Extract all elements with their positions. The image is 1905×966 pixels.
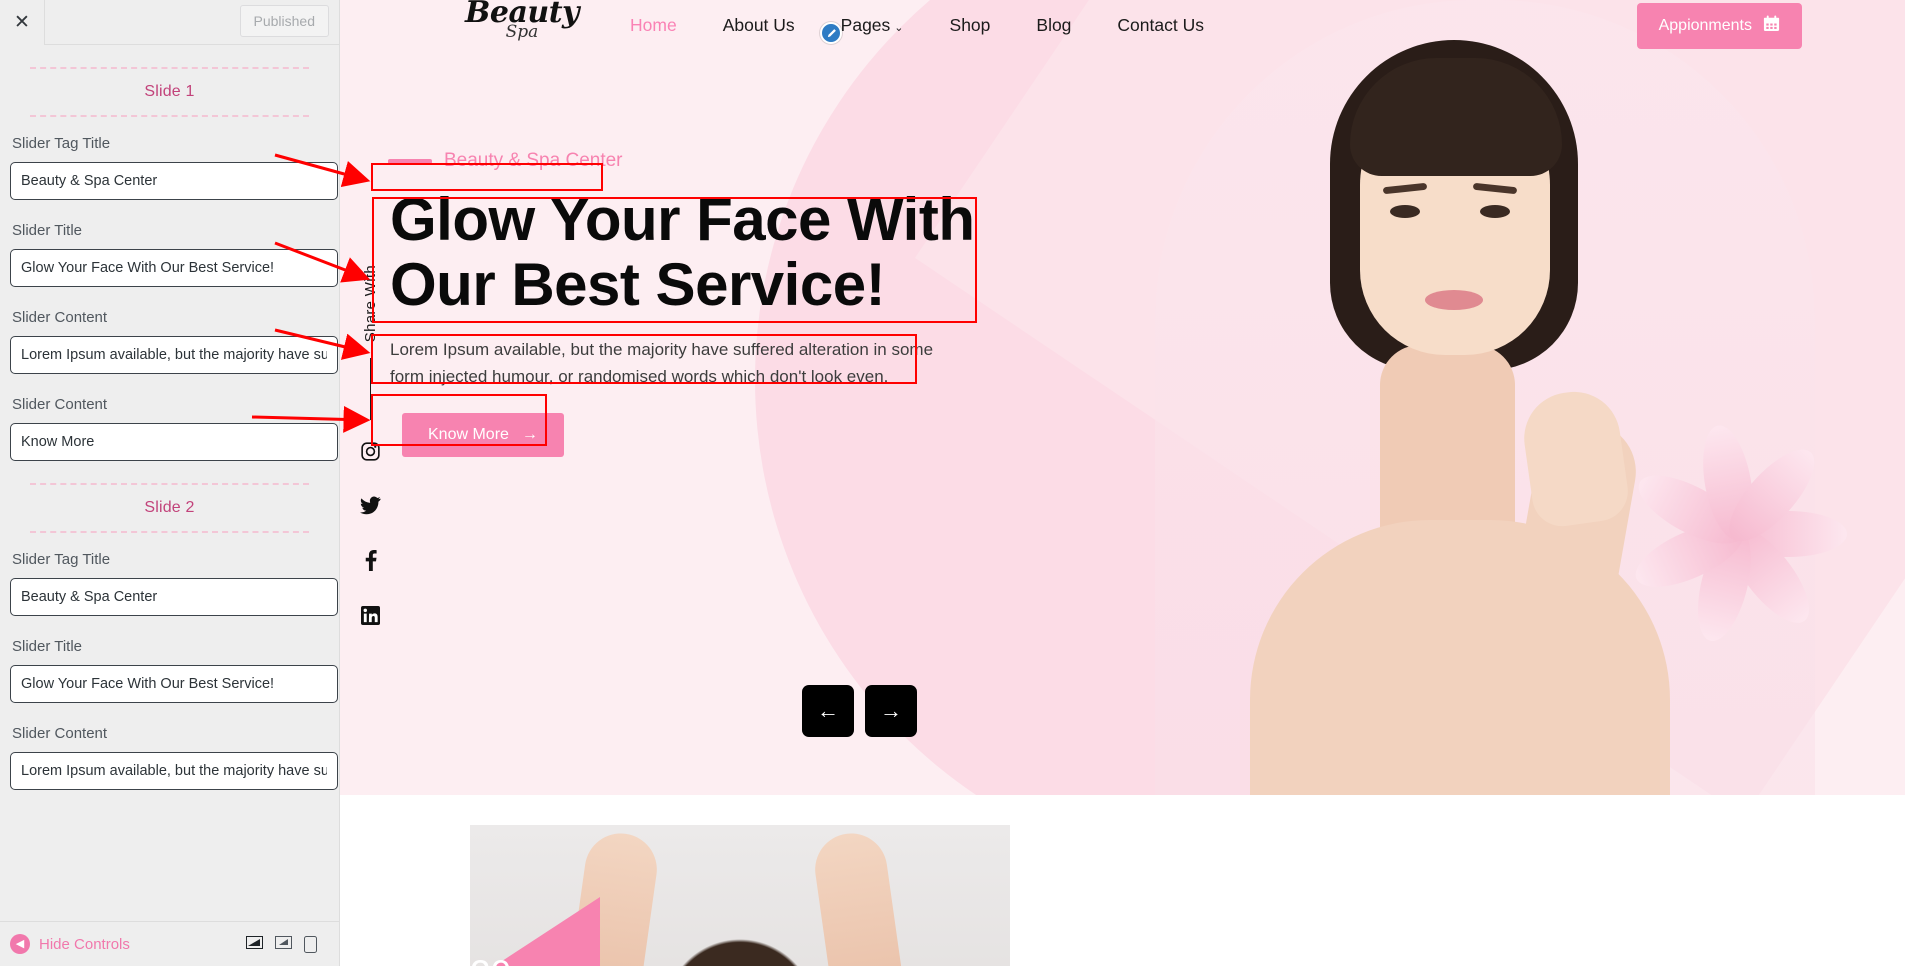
field-slider-content-1: Slider Content [10,309,338,374]
hide-controls-button[interactable]: ◀ Hide Controls [10,934,130,954]
twitter-icon[interactable] [360,496,381,520]
instagram-icon[interactable] [361,442,380,466]
chevron-left-icon: ◀ [10,934,30,954]
site-header: Beauty Spa Home About Us Pages ⌄ Shop Blo… [340,0,1905,50]
calendar-icon [1763,15,1780,37]
slider-tag-title-input-1[interactable] [10,162,338,200]
hero-title: Glow Your Face With Our Best Service! [390,186,975,318]
customizer-fields: Slide 1 Slider Tag Title Slider Title Sl… [0,67,339,790]
field-slider-content-2: Slider Content [10,725,338,790]
hero-slider: Beauty Spa Home About Us Pages ⌄ Shop Blo… [340,0,1905,795]
slide-1-label: Slide 1 [144,83,195,100]
field-slider-tag-title-2: Slider Tag Title [10,551,338,616]
service-card-number: 20 [470,953,511,966]
nav-item-blog[interactable]: Blog [1036,15,1071,36]
nav-item-contact-us[interactable]: Contact Us [1117,15,1204,36]
slide-1-divider: Slide 1 [30,67,309,117]
field-label: Slider Tag Title [12,135,111,152]
nav-item-pages-label: Pages [840,14,891,35]
desktop-view-icon[interactable] [246,935,263,953]
mobile-view-icon[interactable] [304,935,317,953]
field-slider-tag-title-1: Slider Tag Title [10,135,338,200]
slide-2-divider: Slide 2 [30,483,309,533]
field-label: Slider Content [12,396,108,413]
service-card[interactable]: 20 [470,825,1010,966]
slider-tag-title-input-2[interactable] [10,578,338,616]
hero-tagline: Beauty & Spa Center [444,150,623,171]
field-label: Slider Tag Title [12,551,111,568]
field-label: Slider Content [12,309,108,326]
hero-slider-controls: ← → [802,685,917,737]
hero-content: Beauty & Spa Center Glow Your Face With … [388,150,1030,457]
hero-tagline-row: Beauty & Spa Center [388,150,1030,172]
field-label: Slider Content [12,725,108,742]
slider-title-input-2[interactable] [10,665,338,703]
tablet-view-icon[interactable] [275,935,292,953]
facebook-icon[interactable] [365,550,377,576]
appointments-label: Appionments [1658,17,1752,34]
field-label: Slider Title [12,222,83,239]
publish-button[interactable]: Published [239,5,329,37]
slider-button-input-1[interactable] [10,423,338,461]
nav-item-home[interactable]: Home [630,15,677,36]
arrow-right-icon: → [521,425,538,443]
share-with-label: Share With [362,265,379,343]
slider-title-input-1[interactable] [10,249,338,287]
know-more-button[interactable]: Know More → [402,412,564,457]
screen-root: ✕ Published Slide 1 Slider Tag Title Sli… [0,0,1905,966]
tagline-dash-icon [388,158,432,164]
know-more-label: Know More [428,425,509,443]
site-preview: Beauty Spa Home About Us Pages ⌄ Shop Blo… [340,0,1905,966]
chevron-down-icon: ⌄ [894,21,904,34]
field-slider-title-1: Slider Title [10,222,338,287]
field-slider-button-1: Slider Content [10,396,338,461]
device-preview-buttons [246,935,329,953]
customizer-topbar: ✕ Published [0,0,339,45]
share-rail-divider [370,358,371,421]
customizer-footer: ◀ Hide Controls [0,921,339,966]
slide-2-label: Slide 2 [144,499,195,516]
slider-next-button[interactable]: → [865,685,917,737]
main-navigation: Home About Us Pages ⌄ Shop Blog Contact U… [630,0,1204,50]
edit-shortcut-pencil-icon[interactable] [820,22,842,44]
slider-prev-button[interactable]: ← [802,685,854,737]
hero-description: Lorem Ipsum available, but the majority … [390,339,934,387]
customizer-panel: ✕ Published Slide 1 Slider Tag Title Sli… [0,0,340,966]
slider-content-input-1[interactable] [10,336,338,374]
close-icon[interactable]: ✕ [0,0,45,45]
appointments-button[interactable]: Appionments [1636,3,1802,49]
hero-model-image [1155,0,1815,795]
nav-item-shop[interactable]: Shop [950,15,991,36]
field-label: Slider Title [12,638,83,655]
nav-item-about-us[interactable]: About Us [723,15,795,36]
social-share-rail: Share With [360,265,381,630]
services-section: 20 [340,795,1905,966]
lily-flower-image [1627,415,1875,655]
slider-content-input-2[interactable] [10,752,338,790]
nav-item-pages[interactable]: Pages ⌄ [841,15,904,36]
hide-controls-label: Hide Controls [39,935,130,953]
field-slider-title-2: Slider Title [10,638,338,703]
linkedin-icon[interactable] [361,606,380,630]
site-logo[interactable]: Beauty Spa [465,0,579,41]
